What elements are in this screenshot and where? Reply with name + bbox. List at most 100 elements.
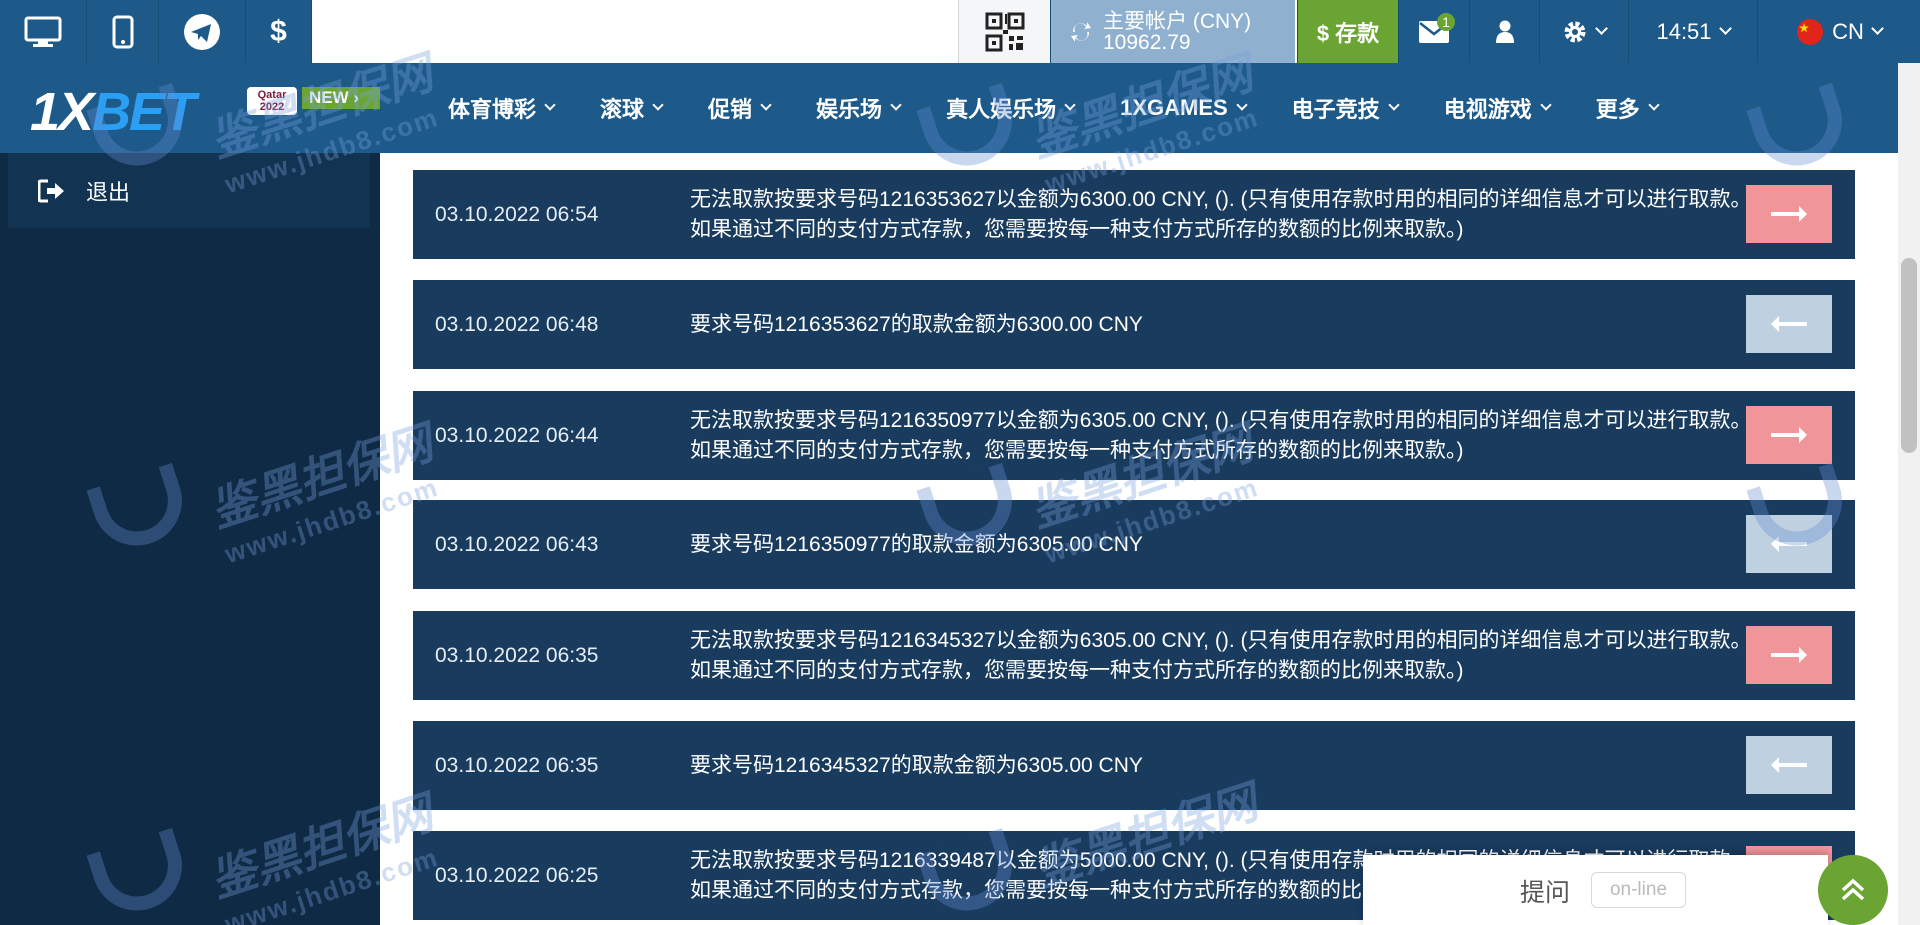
chevron-down-icon [1648, 99, 1660, 111]
row-date: 03.10.2022 06:43 [435, 532, 599, 556]
dollar-icon: $ [270, 14, 287, 48]
row-message: 要求号码1216353627的取款金额为6300.00 CNY [690, 312, 1143, 336]
support-chat-widget[interactable]: 提问 on-line [1363, 855, 1828, 925]
outgoing-arrow-button[interactable] [1746, 185, 1832, 243]
nav-label: 促销 [708, 97, 753, 122]
page-scrollbar[interactable] [1898, 63, 1920, 925]
account-balance: 10962.79 [1103, 30, 1191, 54]
nav-item-esports[interactable]: 电子竞技 [1291, 92, 1400, 124]
qatar-2022-badge[interactable]: Qatar 2022 [247, 87, 297, 115]
outgoing-arrow-button[interactable] [1746, 406, 1832, 464]
new-badge[interactable]: NEW › [302, 87, 380, 109]
row-date: 03.10.2022 06:54 [435, 202, 599, 226]
nav-label: 电视游戏 [1443, 97, 1532, 122]
nav-item-live[interactable]: 滚球 [600, 92, 664, 124]
scrollbar-thumb[interactable] [1901, 258, 1917, 453]
double-chevron-up-icon [1841, 878, 1865, 901]
chevron-down-icon [1064, 99, 1076, 111]
chevron-down-icon [890, 99, 902, 111]
chevron-down-icon [760, 99, 772, 111]
qr-code-icon [985, 12, 1024, 51]
account-label: 主要帐户 (CNY) [1103, 9, 1252, 33]
time-text: 14:51 [1656, 18, 1712, 44]
scroll-to-top-button[interactable] [1818, 855, 1888, 925]
arrow-left-icon [1771, 536, 1807, 552]
language-code: CN [1832, 18, 1864, 44]
table-row: 03.10.2022 06:48 要求号码1216353627的取款金额为630… [413, 280, 1855, 369]
china-flag-icon [1797, 18, 1824, 45]
chevron-down-icon [1540, 99, 1552, 111]
row-message: 无法取款按要求号码1216353627以金额为6300.00 CNY, (). … [690, 187, 1752, 241]
row-message: 无法取款按要求号码1216345327以金额为6305.00 CNY, (). … [690, 628, 1752, 682]
row-message: 要求号码1216350977的取款金额为6305.00 CNY [690, 532, 1143, 556]
nav-label: 娱乐场 [816, 97, 883, 122]
sidebar-item-label: 退出 [86, 179, 131, 205]
nav-item-promotions[interactable]: 促销 [708, 92, 772, 124]
table-row: 03.10.2022 06:35 要求号码1216345327的取款金额为630… [413, 721, 1855, 810]
refresh-icon[interactable] [1069, 20, 1093, 44]
nav-label: 真人娱乐场 [946, 97, 1057, 122]
nav-label: 体育博彩 [448, 97, 537, 122]
nav-label: 更多 [1595, 97, 1640, 122]
table-row: 03.10.2022 06:54 无法取款按要求号码1216353627以金额为… [413, 170, 1855, 259]
chevron-down-icon [1871, 22, 1884, 35]
row-date: 03.10.2022 06:25 [435, 863, 599, 887]
profile-button[interactable] [1469, 0, 1539, 63]
user-icon [1495, 20, 1514, 43]
row-date: 03.10.2022 06:35 [435, 643, 599, 667]
nav-item-1xgames[interactable]: 1XGAMES [1120, 95, 1248, 121]
nav-item-casino[interactable]: 娱乐场 [816, 92, 902, 124]
settings-button[interactable] [1539, 0, 1628, 63]
nav-item-sports[interactable]: 体育博彩 [448, 92, 556, 124]
outgoing-arrow-button[interactable] [1746, 626, 1832, 684]
chevron-down-icon [652, 99, 664, 111]
telegram-button[interactable] [159, 0, 246, 63]
chevron-down-icon [1718, 22, 1732, 35]
incoming-arrow-button[interactable] [1746, 295, 1832, 353]
row-date: 03.10.2022 06:44 [435, 423, 599, 447]
nav-label: 1XGAMES [1120, 95, 1228, 120]
language-selector[interactable]: CN [1757, 0, 1920, 63]
top-bar: $ 主要帐户 (CNY) 10962.79 $ 存款 1 14:51 CN [0, 0, 1920, 63]
currency-button[interactable]: $ [246, 0, 312, 63]
nav-item-more[interactable]: 更多 [1595, 92, 1660, 124]
nav-label: 电子竞技 [1291, 97, 1380, 122]
row-message: 无法取款按要求号码1216350977以金额为6305.00 CNY, (). … [690, 408, 1752, 462]
chat-status-badge: on-line [1591, 872, 1686, 908]
time-display[interactable]: 14:51 [1628, 0, 1757, 63]
nav-item-tv-games[interactable]: 电视游戏 [1443, 92, 1552, 124]
account-info: 主要帐户 (CNY) 10962.79 [1103, 11, 1251, 53]
deposit-button[interactable]: $ 存款 [1297, 0, 1398, 63]
mobile-icon [112, 15, 133, 48]
account-selector[interactable]: 主要帐户 (CNY) 10962.79 [1050, 0, 1295, 63]
logout-icon [38, 179, 64, 202]
arrow-right-icon [1771, 647, 1807, 663]
mobile-version-button[interactable] [87, 0, 159, 63]
sidebar-item-logout[interactable]: 退出 [8, 153, 370, 228]
arrow-right-icon [1771, 206, 1807, 222]
table-row: 03.10.2022 06:44 无法取款按要求号码1216350977以金额为… [413, 391, 1855, 480]
nav-menu: 体育博彩 滚球 促销 娱乐场 真人娱乐场 1XGAMES 电子竞技 电视游戏 更… [448, 63, 1704, 153]
row-date: 03.10.2022 06:35 [435, 753, 599, 777]
arrow-left-icon [1771, 316, 1807, 332]
mail-count-badge: 1 [1437, 13, 1455, 31]
messages-button[interactable]: 1 [1398, 0, 1469, 63]
qr-code-button[interactable] [958, 0, 1050, 63]
incoming-arrow-button[interactable] [1746, 515, 1832, 573]
incoming-arrow-button[interactable] [1746, 736, 1832, 794]
account-sidebar: 退出 [0, 153, 380, 925]
arrow-right-icon [1771, 427, 1807, 443]
chat-label: 提问 [1520, 879, 1571, 907]
transaction-history: 03.10.2022 06:54 无法取款按要求号码1216353627以金额为… [380, 153, 1898, 925]
gear-icon [1564, 21, 1586, 42]
logo-part-1x: 1X [30, 82, 94, 142]
nav-label: 滚球 [600, 97, 645, 122]
brand-logo[interactable]: 1XBET [30, 81, 196, 143]
nav-item-live-casino[interactable]: 真人娱乐场 [946, 92, 1076, 124]
table-row: 03.10.2022 06:43 要求号码1216350977的取款金额为630… [413, 500, 1855, 589]
table-row: 03.10.2022 06:35 无法取款按要求号码1216345327以金额为… [413, 611, 1855, 700]
desktop-icon [24, 16, 62, 47]
main-navigation: 1XBET Qatar 2022 NEW › 体育博彩 滚球 促销 娱乐场 真人… [0, 63, 1898, 153]
chevron-down-icon [1595, 22, 1608, 35]
desktop-version-button[interactable] [0, 0, 87, 63]
